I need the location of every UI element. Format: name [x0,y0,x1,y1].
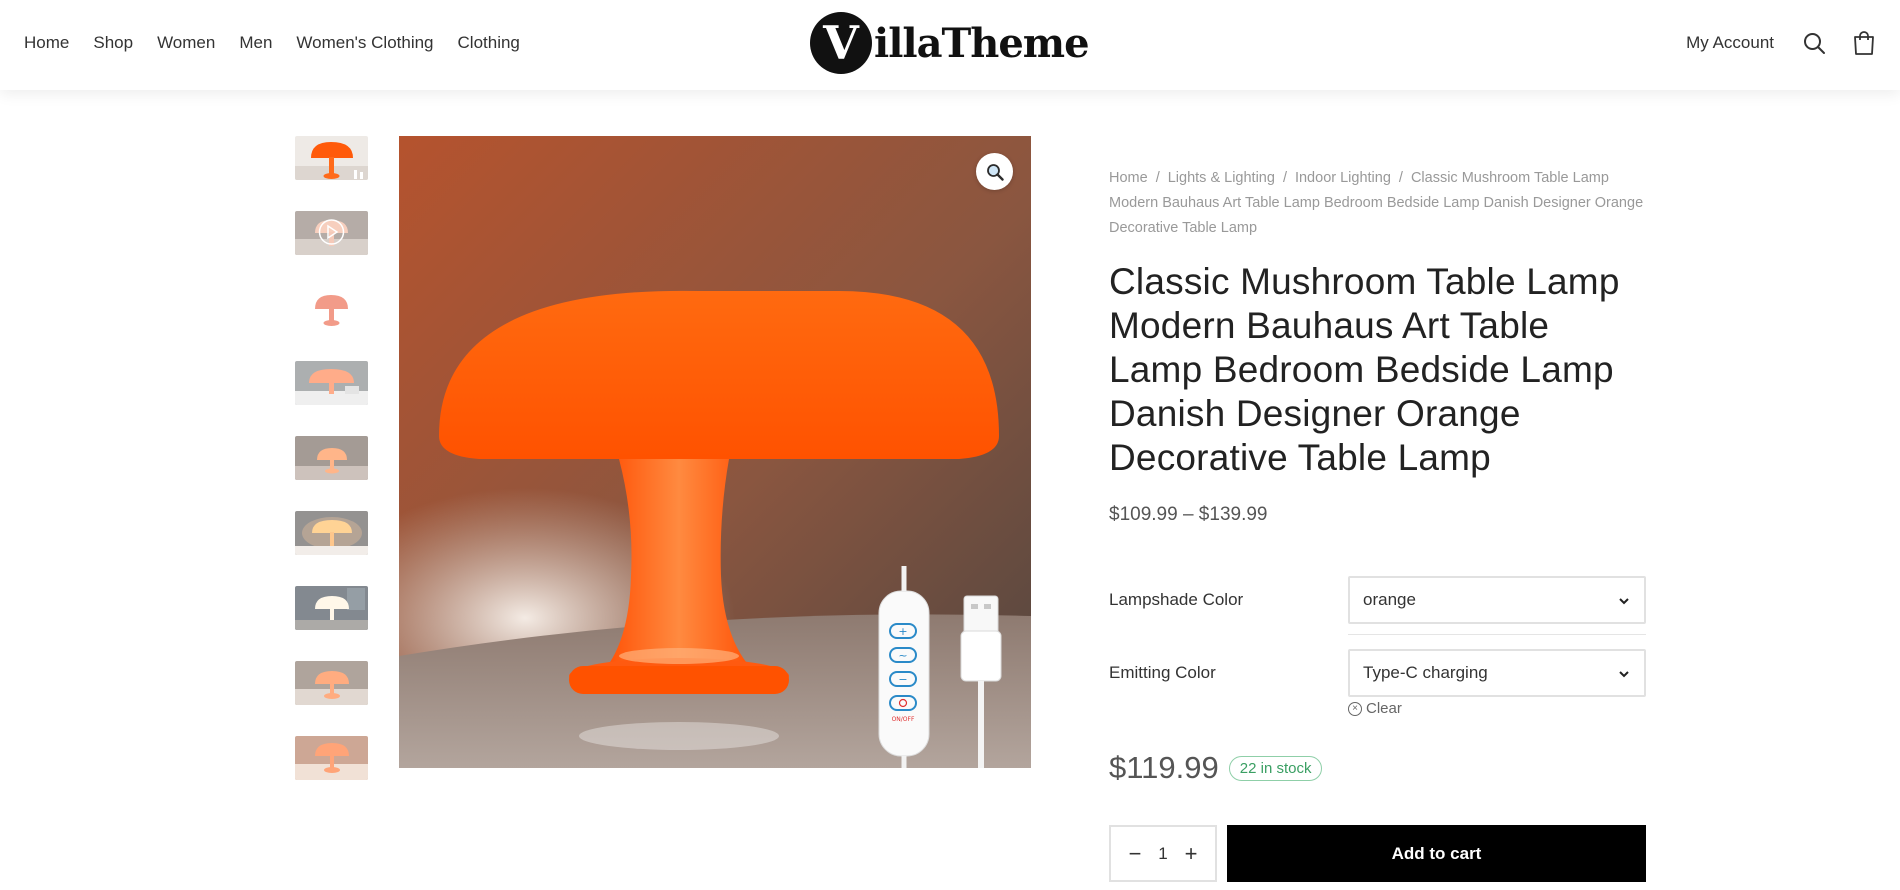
cart-icon[interactable] [1850,29,1878,57]
header-actions: My Account [1686,0,1878,86]
emitting-color-select[interactable]: Type-C charging [1348,649,1646,697]
thumbnail-7[interactable] [295,586,368,630]
variation-label: Lampshade Color [1109,590,1244,609]
add-to-cart-row: − 1 + Add to cart [1109,825,1646,882]
product-thumbnails [295,136,368,811]
product-price: $119.99 [1109,750,1219,785]
logo-mark: V [810,12,872,74]
chevron-down-icon [1618,590,1630,610]
site-logo[interactable]: V illaTheme [810,12,1090,74]
quantity-stepper: − 1 + [1109,825,1217,882]
nav-clothing[interactable]: Clothing [458,33,520,53]
my-account-link[interactable]: My Account [1686,33,1774,53]
nav-home[interactable]: Home [24,33,69,53]
product-main-image[interactable]: + ~ − ON/OFF [399,136,1031,768]
clear-label: Clear [1366,700,1402,717]
close-icon: × [1348,701,1362,716]
thumbnail-6[interactable] [295,511,368,555]
stock-badge: 22 in stock [1228,755,1323,781]
lamp-photo: + ~ − ON/OFF [399,136,1031,768]
add-to-cart-button[interactable]: Add to cart [1227,825,1646,882]
quantity-decrease-button[interactable]: − [1125,842,1145,864]
thumbnail-1[interactable] [295,136,368,180]
svg-text:+: + [898,625,907,638]
variation-divider [1348,634,1646,635]
select-value: Type-C charging [1363,663,1488,682]
lampshade-color-select[interactable]: orange [1348,576,1646,624]
thumbnail-9[interactable] [295,736,368,780]
select-value: orange [1363,590,1416,609]
nav-womens-clothing[interactable]: Women's Clothing [296,33,433,53]
variation-emitting-color: Emitting Color Type-C charging [1109,649,1646,697]
nav-men[interactable]: Men [239,33,272,53]
search-icon[interactable] [1800,29,1828,57]
svg-text:~: ~ [898,649,907,662]
variation-label: Emitting Color [1109,663,1216,682]
variation-lampshade-color: Lampshade Color orange [1109,576,1646,624]
nav-shop[interactable]: Shop [93,33,133,53]
main-nav: Home Shop Women Men Women's Clothing Clo… [24,0,544,86]
thumbnail-5[interactable] [295,436,368,480]
logo-text: illaTheme [874,19,1090,67]
site-header: Home Shop Women Men Women's Clothing Clo… [0,0,1900,90]
thumbnail-8[interactable] [295,661,368,705]
zoom-icon[interactable] [976,153,1013,190]
nav-women[interactable]: Women [157,33,215,53]
quantity-increase-button[interactable]: + [1181,842,1201,864]
svg-text:−: − [898,673,907,686]
thumbnail-4[interactable] [295,361,368,405]
svg-text:ON/OFF: ON/OFF [892,716,915,723]
quantity-value[interactable]: 1 [1158,844,1167,864]
thumbnail-video[interactable] [295,211,368,255]
chevron-down-icon [1618,663,1630,683]
clear-selection-link[interactable]: × Clear [1348,700,1402,717]
thumbnail-3[interactable] [295,286,368,330]
selected-price-row: $119.99 22 in stock [1109,750,1323,786]
variations-form: Lampshade Color orange Emitting Color Ty… [1109,0,1646,890]
